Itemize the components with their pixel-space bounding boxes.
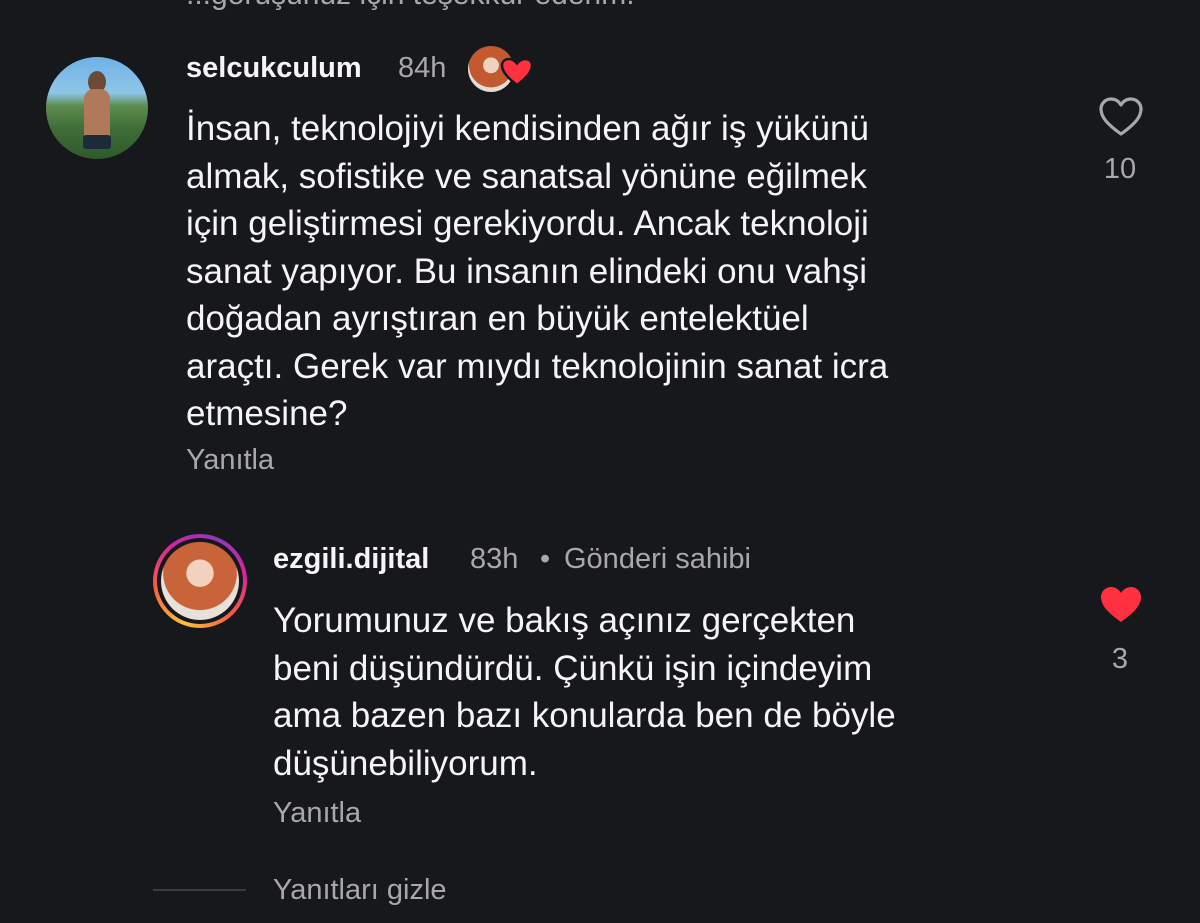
- avatar-figure-body: [84, 89, 110, 141]
- story-ring-avatar[interactable]: [153, 534, 247, 628]
- reply-button[interactable]: Yanıtla: [273, 797, 361, 830]
- comment-thread: ...görüşünüz için teşekkür ederim. selcu…: [0, 0, 1200, 923]
- replies-divider: [153, 889, 246, 891]
- post-owner-badge: Gönderi sahibi: [564, 543, 751, 575]
- heart-filled-icon[interactable]: [1098, 584, 1144, 626]
- comment-timestamp: 84h: [398, 52, 447, 84]
- previous-comment-fragment: ...görüşünüz için teşekkür ederim.: [186, 0, 635, 12]
- comment-body: İnsan, teknolojiyi kendisinden ağır iş y…: [186, 109, 889, 433]
- reply-button[interactable]: Yanıtla: [186, 444, 274, 477]
- hide-replies-button[interactable]: Yanıtları gizle: [273, 874, 447, 907]
- reply-timestamp: 83h: [470, 543, 519, 575]
- like-count: 10: [1103, 153, 1137, 185]
- reply-username[interactable]: ezgili.dijital: [273, 543, 429, 576]
- avatar[interactable]: [46, 57, 148, 159]
- avatar-figure-shorts: [83, 135, 111, 149]
- like-count: 3: [1111, 643, 1129, 675]
- reply-body: Yorumunuz ve bakış açınız gerçekten beni…: [273, 601, 896, 783]
- comment-username[interactable]: selcukculum: [186, 52, 362, 85]
- creator-liked-heart-icon: [500, 57, 534, 87]
- heart-outline-icon[interactable]: [1098, 96, 1144, 138]
- meta-separator: •: [540, 543, 551, 575]
- avatar: [161, 542, 239, 620]
